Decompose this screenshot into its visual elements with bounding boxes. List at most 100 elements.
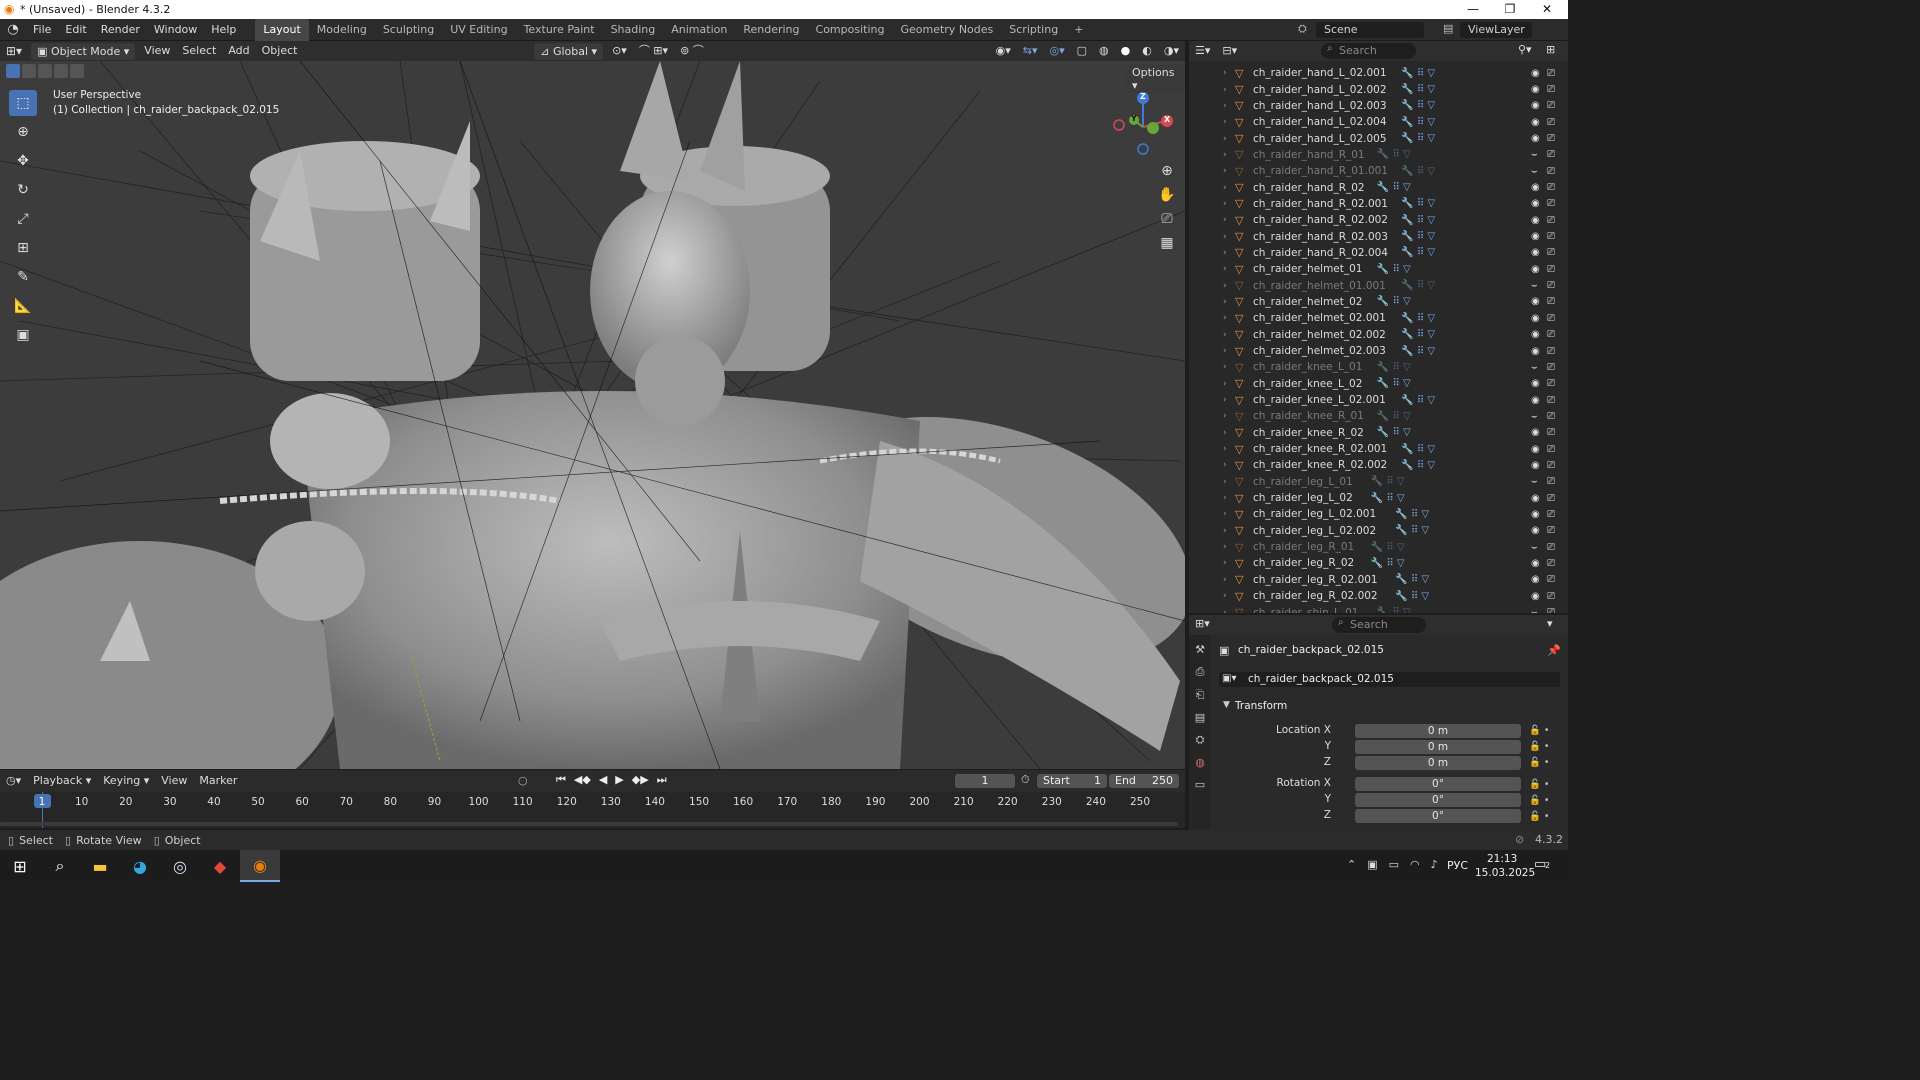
steam-icon[interactable]: ◎ — [160, 857, 200, 876]
eye-icon[interactable]: ◉ — [1531, 182, 1540, 193]
eye-closed-icon[interactable]: ⌣ — [1531, 476, 1538, 487]
frame-clock-icon[interactable]: ⏱ — [1021, 773, 1030, 787]
eye-icon[interactable]: ◉ — [1531, 329, 1540, 340]
render-camera-icon[interactable]: ⎚ — [1547, 231, 1555, 242]
outliner-row[interactable]: › ▽ ch_raider_leg_R_02 🔧 ⠿ ▽ ◉ ⎚ — [1189, 555, 1568, 571]
render-tab-icon[interactable]: ⎙ — [1196, 665, 1205, 679]
current-frame-field[interactable]: 1 — [955, 774, 1015, 788]
pan-hand-icon[interactable]: ✋ — [1157, 183, 1177, 207]
editor-type-icon[interactable]: ⊞▾ — [0, 41, 28, 61]
render-camera-icon[interactable]: ⎚ — [1547, 558, 1555, 569]
expand-arrow-icon[interactable]: › — [1223, 68, 1235, 78]
modifier-icons[interactable]: 🔧 ⠿ ▽ — [1401, 198, 1435, 209]
render-camera-icon[interactable]: ⎚ — [1547, 427, 1555, 438]
lock-icon[interactable]: 🔓 • — [1529, 739, 1549, 755]
add-workspace-icon[interactable]: + — [1066, 19, 1091, 41]
render-camera-icon[interactable]: ⎚ — [1547, 296, 1555, 307]
render-camera-icon[interactable]: ⎚ — [1547, 542, 1555, 553]
expand-arrow-icon[interactable]: › — [1223, 117, 1235, 127]
render-camera-icon[interactable]: ⎚ — [1547, 215, 1555, 226]
outliner-row[interactable]: › ▽ ch_raider_helmet_01.001 🔧 ⠿ ▽ ⌣ ⎚ — [1189, 277, 1568, 293]
tab-scripting[interactable]: Scripting — [1001, 19, 1066, 41]
expand-arrow-icon[interactable]: › — [1223, 493, 1235, 503]
modifier-icons[interactable]: 🔧 ⠿ ▽ — [1401, 460, 1435, 471]
shading-material-icon[interactable]: ◐ — [1136, 41, 1158, 61]
expand-arrow-icon[interactable]: › — [1223, 199, 1235, 209]
eye-icon[interactable]: ◉ — [1531, 100, 1540, 111]
outliner-row[interactable]: › ▽ ch_raider_knee_R_01 🔧 ⠿ ▽ ⌣ ⎚ — [1189, 408, 1568, 424]
object-name-field[interactable]: ▣▾ ch_raider_backpack_02.015 — [1219, 672, 1560, 687]
eye-closed-icon[interactable]: ⌣ — [1531, 166, 1538, 177]
properties-editor-icon[interactable]: ⊞▾ — [1195, 617, 1210, 630]
lock-icon[interactable]: 🔓 • — [1529, 777, 1549, 793]
eye-icon[interactable]: ◉ — [1531, 427, 1540, 438]
modifier-icons[interactable]: 🔧 ⠿ ▽ — [1377, 411, 1411, 422]
file-explorer-icon[interactable]: ▬ — [80, 857, 120, 876]
eye-icon[interactable]: ◉ — [1531, 133, 1540, 144]
outliner-row[interactable]: › ▽ ch_raider_leg_R_02.001 🔧 ⠿ ▽ ◉ ⎚ — [1189, 572, 1568, 588]
navigation-gizmo[interactable]: Z Y X — [1110, 89, 1180, 159]
outliner-row[interactable]: › ▽ ch_raider_helmet_02.001 🔧 ⠿ ▽ ◉ ⎚ — [1189, 310, 1568, 326]
expand-arrow-icon[interactable]: › — [1223, 215, 1235, 225]
view-layer-tab-icon[interactable]: ▤ — [1195, 711, 1205, 724]
outliner-row[interactable]: › ▽ ch_raider_shin_L_01 🔧 ⠿ ▽ ⌣ ⎚ — [1189, 604, 1568, 613]
expand-arrow-icon[interactable]: › — [1223, 85, 1235, 95]
tray-chevron-icon[interactable]: ⌃ — [1347, 858, 1356, 871]
location-x-field[interactable]: 0 m — [1355, 724, 1521, 738]
render-camera-icon[interactable]: ⎚ — [1547, 476, 1555, 487]
outliner-row[interactable]: › ▽ ch_raider_hand_R_01 🔧 ⠿ ▽ ⌣ ⎚ — [1189, 147, 1568, 163]
render-camera-icon[interactable]: ⎚ — [1547, 264, 1555, 275]
eye-icon[interactable]: ◉ — [1531, 444, 1540, 455]
expand-arrow-icon[interactable]: › — [1223, 166, 1235, 176]
menu-add[interactable]: Add — [222, 41, 255, 61]
ortho-grid-icon[interactable]: ▦ — [1157, 231, 1177, 255]
transform-icon[interactable]: ⊞ — [9, 235, 37, 261]
maximize-button[interactable]: ❐ — [1492, 0, 1528, 19]
annotate-icon[interactable]: ✎ — [9, 264, 37, 290]
lock-icon[interactable]: 🔓 • — [1529, 723, 1549, 739]
snap-icon[interactable]: ⌒ ⊞▾ — [633, 41, 674, 61]
expand-arrow-icon[interactable]: › — [1223, 608, 1235, 613]
pin-icon[interactable]: 📌 — [1547, 644, 1561, 657]
outliner-row[interactable]: › ▽ ch_raider_knee_L_02.001 🔧 ⠿ ▽ ◉ ⎚ — [1189, 392, 1568, 408]
select-box-icon[interactable]: ⬚ — [9, 90, 37, 116]
expand-arrow-icon[interactable]: › — [1223, 379, 1235, 389]
modifier-icons[interactable]: 🔧 ⠿ ▽ — [1377, 607, 1411, 613]
menu-playback[interactable]: Playback ▾ — [27, 771, 97, 791]
proportional-edit-icon[interactable]: ⊚ ⌒ — [674, 41, 710, 61]
jump-start-icon[interactable]: ⏮ — [556, 773, 566, 787]
outliner-row[interactable]: › ▽ ch_raider_leg_L_02.001 🔧 ⠿ ▽ ◉ ⎚ — [1189, 506, 1568, 522]
outliner-row[interactable]: › ▽ ch_raider_leg_L_02.002 🔧 ⠿ ▽ ◉ ⎚ — [1189, 523, 1568, 539]
tab-rendering[interactable]: Rendering — [735, 19, 807, 41]
outliner-row[interactable]: › ▽ ch_raider_helmet_02 🔧 ⠿ ▽ ◉ ⎚ — [1189, 294, 1568, 310]
tab-uv-editing[interactable]: UV Editing — [442, 19, 515, 41]
eye-closed-icon[interactable]: ⌣ — [1531, 411, 1538, 422]
output-tab-icon[interactable]: ⎗ — [1196, 688, 1205, 702]
select-subtract-icon[interactable] — [38, 64, 52, 78]
select-intersect-icon[interactable] — [70, 64, 84, 78]
select-new-icon[interactable] — [6, 64, 20, 78]
collection-tab-icon[interactable]: ▭ — [1195, 778, 1205, 791]
outliner-row[interactable]: › ▽ ch_raider_hand_L_02.002 🔧 ⠿ ▽ ◉ ⎚ — [1189, 81, 1568, 97]
tab-sculpting[interactable]: Sculpting — [375, 19, 442, 41]
display-mode-icon[interactable]: ⊟▾ — [1216, 41, 1243, 61]
modifier-icons[interactable]: 🔧 ⠿ ▽ — [1377, 362, 1411, 373]
eye-icon[interactable]: ◉ — [1531, 574, 1540, 585]
eye-icon[interactable]: ◉ — [1531, 117, 1540, 128]
outliner-row[interactable]: › ▽ ch_raider_hand_L_02.003 🔧 ⠿ ▽ ◉ ⎚ — [1189, 98, 1568, 114]
eye-icon[interactable]: ◉ — [1531, 460, 1540, 471]
world-tab-icon[interactable]: ◍ — [1195, 756, 1205, 769]
prev-key-icon[interactable]: ◀◆ — [574, 773, 591, 787]
expand-arrow-icon[interactable]: › — [1223, 411, 1235, 421]
eye-icon[interactable]: ◉ — [1531, 231, 1540, 242]
modifier-icons[interactable]: 🔧 ⠿ ▽ — [1371, 476, 1405, 487]
outliner-editor-icon[interactable]: ☰▾ — [1189, 41, 1216, 61]
menu-keying[interactable]: Keying ▾ — [97, 771, 155, 791]
modifier-icons[interactable]: 🔧 ⠿ ▽ — [1395, 574, 1429, 585]
modifier-icons[interactable]: 🔧 ⠿ ▽ — [1377, 378, 1411, 389]
clock-date[interactable]: 15.03.2025 — [1475, 867, 1535, 879]
shading-wireframe-icon[interactable]: ◍ — [1093, 41, 1115, 61]
rotation-x-field[interactable]: 0° — [1355, 777, 1521, 791]
modifier-icons[interactable]: 🔧 ⠿ ▽ — [1377, 182, 1411, 193]
expand-arrow-icon[interactable]: › — [1223, 281, 1235, 291]
